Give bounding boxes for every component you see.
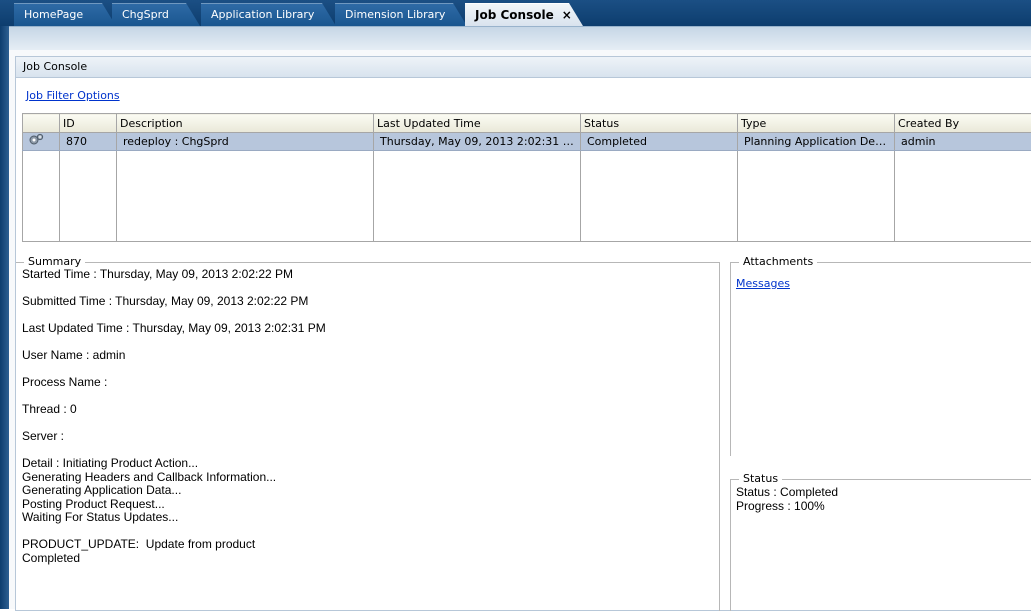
product-update-line: PRODUCT_UPDATE: Update from product (22, 538, 326, 552)
thread: Thread : 0 (22, 403, 326, 417)
tab-homepage[interactable]: HomePage (14, 3, 116, 26)
table-header-row: ID Description Last Updated Time Status … (23, 114, 1031, 133)
close-icon[interactable]: × (562, 8, 572, 22)
cell-created-by: admin (895, 133, 1031, 151)
empty-row (23, 151, 1031, 242)
frame-left-border (0, 26, 9, 609)
cell-id: 870 (60, 133, 117, 151)
job-filter-options-link[interactable]: Job Filter Options (26, 89, 120, 102)
cell-type: Planning Application Deploy... (738, 133, 895, 151)
summary-group: Summary Started Time : Thursday, May 09,… (16, 262, 720, 611)
server: Server : (22, 430, 326, 444)
started-time: Started Time : Thursday, May 09, 2013 2:… (22, 268, 326, 282)
job-table: ID Description Last Updated Time Status … (22, 113, 1031, 242)
column-header-description[interactable]: Description (117, 114, 374, 133)
tab-label: ChgSprd (122, 8, 169, 21)
column-header-type[interactable]: Type (738, 114, 895, 133)
progress-line: Progress : 100% (736, 499, 838, 513)
messages-link[interactable]: Messages (736, 277, 790, 290)
column-header-status[interactable]: Status (581, 114, 738, 133)
panel-title: Job Console (16, 57, 1031, 78)
cell-status: Completed (581, 133, 738, 151)
column-header-created-by[interactable]: Created By (895, 114, 1031, 133)
tab-label: Dimension Library (345, 8, 445, 21)
column-header-last-updated[interactable]: Last Updated Time (374, 114, 581, 133)
detail-line: Waiting For Status Updates... (22, 511, 326, 525)
cell-description: redeploy : ChgSprd (117, 133, 374, 151)
tab-chgsprd[interactable]: ChgSprd (112, 3, 200, 26)
status-line: Status : Completed (736, 485, 838, 499)
job-gear-icon (23, 133, 60, 151)
tab-label: Application Library (211, 8, 314, 21)
toolbar-strip (9, 26, 1031, 51)
job-console-panel: Job Console Job Filter Options ID Descri… (15, 56, 1031, 611)
process-name: Process Name : (22, 376, 326, 390)
detail-line: Generating Headers and Callback Informat… (22, 471, 326, 485)
tab-application-library[interactable]: Application Library (201, 3, 336, 26)
attachments-title: Attachments (739, 256, 817, 268)
column-header-id[interactable]: ID (60, 114, 117, 133)
tab-label: HomePage (24, 8, 83, 21)
table-row[interactable]: 870 redeploy : ChgSprd Thursday, May 09,… (23, 133, 1031, 151)
product-update-line: Completed (22, 552, 326, 566)
summary-body: Started Time : Thursday, May 09, 2013 2:… (22, 268, 326, 565)
tab-job-console[interactable]: Job Console × (465, 3, 583, 26)
detail-line: Detail : Initiating Product Action... (22, 457, 326, 471)
submitted-time: Submitted Time : Thursday, May 09, 2013 … (22, 295, 326, 309)
detail-line: Posting Product Request... (22, 498, 326, 512)
attachments-group: Attachments Messages (730, 262, 1031, 456)
status-body: Status : Completed Progress : 100% (736, 485, 838, 513)
status-title: Status (739, 473, 782, 485)
user-name: User Name : admin (22, 349, 326, 363)
detail-line: Generating Application Data... (22, 484, 326, 498)
tab-bar: HomePage ChgSprd Application Library Dim… (0, 0, 1031, 26)
cell-last-updated: Thursday, May 09, 2013 2:02:31 PM (374, 133, 581, 151)
tab-label: Job Console (475, 8, 554, 22)
status-group: Status Status : Completed Progress : 100… (730, 479, 1031, 611)
content-area: Job Console Job Filter Options ID Descri… (9, 50, 1031, 609)
tab-dimension-library[interactable]: Dimension Library (335, 3, 467, 26)
last-updated-time: Last Updated Time : Thursday, May 09, 20… (22, 322, 326, 336)
column-header-icon (23, 114, 60, 133)
